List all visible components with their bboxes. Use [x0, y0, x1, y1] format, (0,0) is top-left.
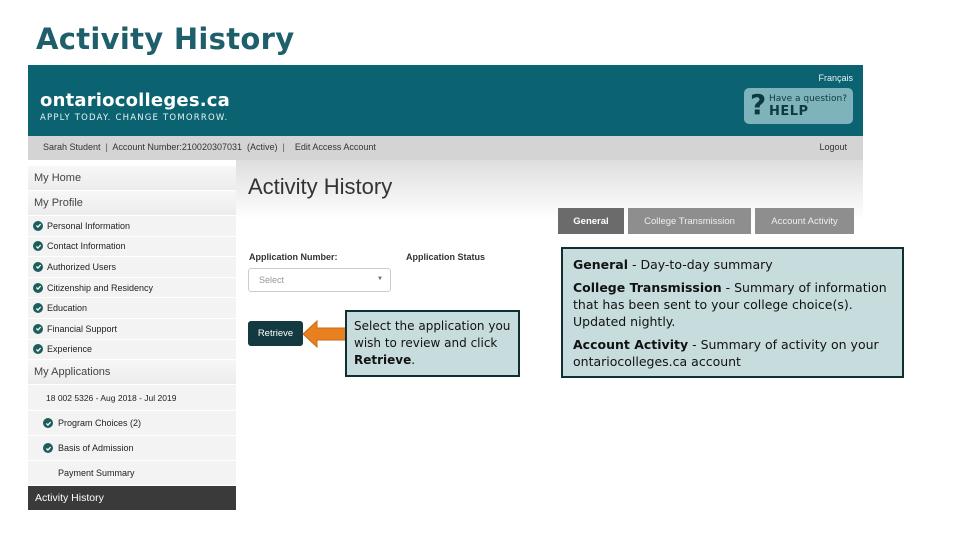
sidebar-item-education[interactable]: Education [28, 298, 236, 319]
sidebar-item-my-profile[interactable]: My Profile [28, 191, 236, 216]
sidebar-item-program-choices-2[interactable]: Program Choices (2) [28, 411, 236, 437]
tab-bar: General College Transmission Account Act… [558, 208, 854, 234]
sidebar-item-label: Personal Information [47, 220, 131, 231]
sidebar-item-label: Financial Support [47, 323, 118, 334]
separator: | [277, 142, 295, 152]
sidebar-item-financial-support[interactable]: Financial Support [28, 318, 236, 340]
term: Account Activity [573, 337, 689, 352]
callout-bold: Retrieve [354, 353, 412, 367]
sidebar-item-my-home[interactable]: My Home [28, 166, 236, 191]
sidebar-item-citizenship-and-residency[interactable]: Citizenship and Residency [28, 277, 236, 299]
application-number-select[interactable]: Select ▼ [248, 268, 391, 292]
sidebar-item-label: Education [47, 303, 88, 314]
account-bar: Sarah Student | Account Number:210020307… [28, 136, 863, 160]
check-circle-icon [33, 303, 43, 314]
user-name: Sarah Student [43, 142, 101, 152]
application-number-label: Application Number: [249, 252, 338, 262]
check-circle-icon [33, 241, 43, 252]
sidebar-item-label: Citizenship and Residency [47, 282, 154, 293]
callout-retrieve-instructions: Select the application you wish to revie… [345, 310, 520, 377]
callout-text-end: . [411, 353, 416, 367]
chevron-down-icon: ▼ [377, 276, 383, 282]
check-circle-icon [33, 220, 43, 231]
term: General [573, 257, 628, 272]
callout-tab-descriptions: General - Day-to-day summary College Tra… [561, 247, 904, 378]
logout-link[interactable]: Logout [819, 142, 847, 152]
brand-logo[interactable]: ontariocolleges.ca [40, 90, 230, 111]
sidebar-item-basis-of-admission[interactable]: Basis of Admission [28, 436, 236, 462]
sidebar-item-experience[interactable]: Experience [28, 339, 236, 361]
help-button[interactable]: ? Have a question? HELP [744, 88, 853, 124]
check-circle-icon [43, 418, 53, 429]
desc: - Day-to-day summary [628, 257, 773, 272]
check-circle-icon [43, 443, 53, 454]
application-status-label: Application Status [406, 252, 486, 262]
retrieve-button[interactable]: Retrieve [248, 321, 303, 346]
brand-tagline: APPLY TODAY. CHANGE TOMORROW. [40, 113, 229, 123]
edit-access-account-link[interactable]: Edit Access Account [295, 142, 376, 152]
page-heading: Activity History [248, 174, 393, 199]
sidebar-item-label: Program Choices (2) [58, 418, 142, 429]
sidebar-item-authorized-users[interactable]: Authorized Users [28, 257, 236, 278]
help-small-text: Have a question? [769, 94, 848, 104]
callout-general: General - Day-to-day summary [573, 256, 892, 273]
check-circle-icon [33, 261, 43, 272]
sidebar-item-label: Authorized Users [47, 261, 117, 272]
site-header: ontariocolleges.ca APPLY TODAY. CHANGE T… [28, 65, 863, 136]
select-value: Select [259, 275, 285, 285]
sidebar-item-label: Contact Information [47, 241, 126, 252]
language-link[interactable]: Français [818, 73, 853, 83]
account-number: Account Number:210020307031 [112, 142, 242, 152]
sidebar-nav: My Home My Profile Personal Information C… [28, 166, 236, 512]
check-circle-icon [33, 323, 43, 334]
separator: | [100, 142, 113, 152]
account-info: Sarah Student | Account Number:210020307… [43, 142, 376, 152]
arrow-left-icon [302, 319, 346, 349]
slide-title: Activity History [36, 22, 295, 56]
tab-account-activity[interactable]: Account Activity [755, 208, 854, 234]
help-big-text: HELP [769, 104, 809, 119]
sidebar-item-activity-history[interactable]: Activity History [28, 486, 236, 512]
check-circle-icon [33, 282, 43, 293]
sidebar-item-personal-information[interactable]: Personal Information [28, 216, 236, 237]
tab-college-transmission[interactable]: College Transmission [628, 208, 751, 234]
sidebar-item-contact-information[interactable]: Contact Information [28, 236, 236, 258]
callout-college-transmission: College Transmission - Summary of inform… [573, 279, 892, 330]
tab-general[interactable]: General [558, 208, 624, 234]
sidebar-item-label: Experience [47, 344, 93, 355]
term: College Transmission [573, 280, 722, 295]
callout-text: Select the application you wish to revie… [354, 319, 511, 350]
sidebar-item-application[interactable]: 18 002 5326 - Aug 2018 - Jul 2019 [28, 385, 236, 412]
sidebar-item-payment-summary[interactable]: Payment Summary [28, 461, 236, 487]
account-status: (Active) [247, 142, 278, 152]
sidebar-item-label: Basis of Admission [58, 443, 134, 454]
check-circle-icon [33, 344, 43, 355]
question-mark-icon: ? [750, 88, 767, 121]
callout-account-activity: Account Activity - Summary of activity o… [573, 336, 892, 370]
sidebar-item-my-applications[interactable]: My Applications [28, 360, 236, 386]
